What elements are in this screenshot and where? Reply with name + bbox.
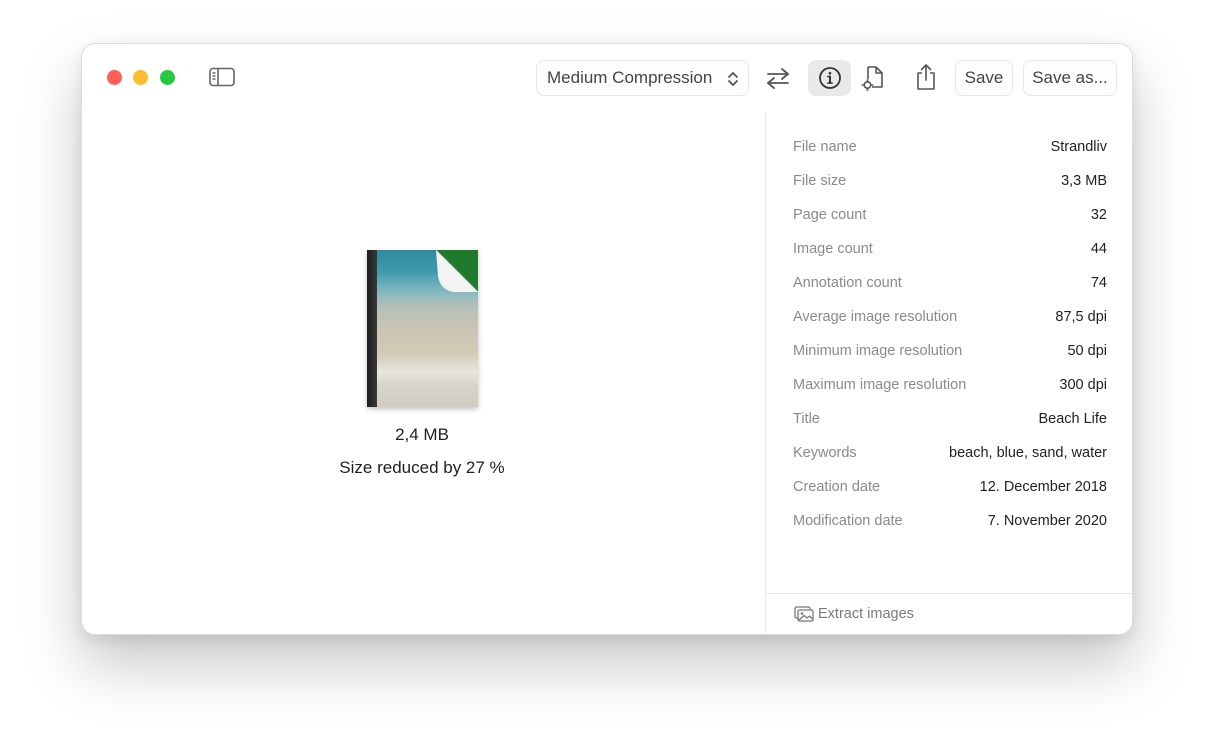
info-row-annotation-count: Annotation count 74 [793,272,1107,294]
info-row-average-resolution: Average image resolution 87,5 dpi [793,306,1107,328]
info-value: 50 dpi [1067,343,1107,359]
photo-stack-icon [794,606,814,622]
info-circle-icon [818,67,841,89]
extract-images-label: Extract images [818,606,914,622]
document-thumbnail [367,250,478,407]
document-settings-button[interactable] [858,62,890,94]
info-label: Creation date [793,479,881,495]
info-label: Keywords [793,445,857,461]
info-row-creation-date: Creation date 12. December 2018 [793,476,1107,498]
document-gear-icon [861,66,883,92]
size-reduction-text: Size reduced by 27 % [339,458,505,477]
info-value: 87,5 dpi [1055,309,1107,325]
info-value: 12. December 2018 [979,479,1107,495]
info-label: Minimum image resolution [793,343,963,359]
info-label: Annotation count [793,275,902,291]
info-row-file-size: File size 3,3 MB [793,170,1107,192]
info-value: Beach Life [1038,411,1107,427]
info-label: Maximum image resolution [793,377,967,393]
info-label: Image count [793,241,873,257]
info-value: 7. November 2020 [987,513,1107,529]
info-row-image-count: Image count 44 [793,238,1107,260]
extract-images-button[interactable]: Extract images [766,593,1132,634]
maximize-window-button[interactable] [160,70,175,85]
info-value: 44 [1090,241,1107,257]
share-icon [917,64,935,90]
app-window: Medium Compression Save Save as... 2,4 M… [81,43,1133,635]
info-label: Title [793,411,820,427]
info-row-minimum-resolution: Minimum image resolution 50 dpi [793,340,1107,362]
info-row-maximum-resolution: Maximum image resolution 300 dpi [793,374,1107,396]
compression-select[interactable]: Medium Compression [536,60,749,96]
info-value: 300 dpi [1059,377,1107,393]
compressed-file-size: 2,4 MB [395,425,449,444]
info-value: beach, blue, sand, water [949,445,1107,461]
chevron-up-down-icon [728,72,738,86]
compare-button[interactable] [762,62,794,94]
info-value: Strandliv [1050,139,1107,155]
info-row-title: Title Beach Life [793,408,1107,430]
info-row-keywords: Keywords beach, blue, sand, water [793,442,1107,464]
info-value: 74 [1090,275,1107,291]
share-button[interactable] [910,60,942,94]
document-spine [367,250,377,407]
info-row-file-name: File name Strandliv [793,136,1107,158]
info-label: Average image resolution [793,309,958,325]
info-row-modification-date: Modification date 7. November 2020 [793,510,1107,532]
info-label: File name [793,139,857,155]
info-row-page-count: Page count 32 [793,204,1107,226]
info-label: Modification date [793,513,903,529]
page-curl-icon [436,250,478,292]
close-window-button[interactable] [107,70,122,85]
info-label: File size [793,173,847,189]
screen: Medium Compression Save Save as... 2,4 M… [0,0,1216,744]
info-panel: File name Strandliv File size 3,3 MB Pag… [765,112,1132,634]
info-value: 3,3 MB [1061,173,1107,189]
save-as-button[interactable]: Save as... [1023,60,1117,96]
minimize-window-button[interactable] [133,70,148,85]
arrows-swap-icon [767,68,789,89]
compression-select-label: Medium Compression [547,68,713,87]
info-value: 32 [1090,207,1107,223]
sidebar-icon [209,67,235,87]
info-label: Page count [793,207,867,223]
info-button[interactable] [808,60,851,96]
sidebar-toggle-button[interactable] [209,67,235,87]
save-button[interactable]: Save [955,60,1013,96]
